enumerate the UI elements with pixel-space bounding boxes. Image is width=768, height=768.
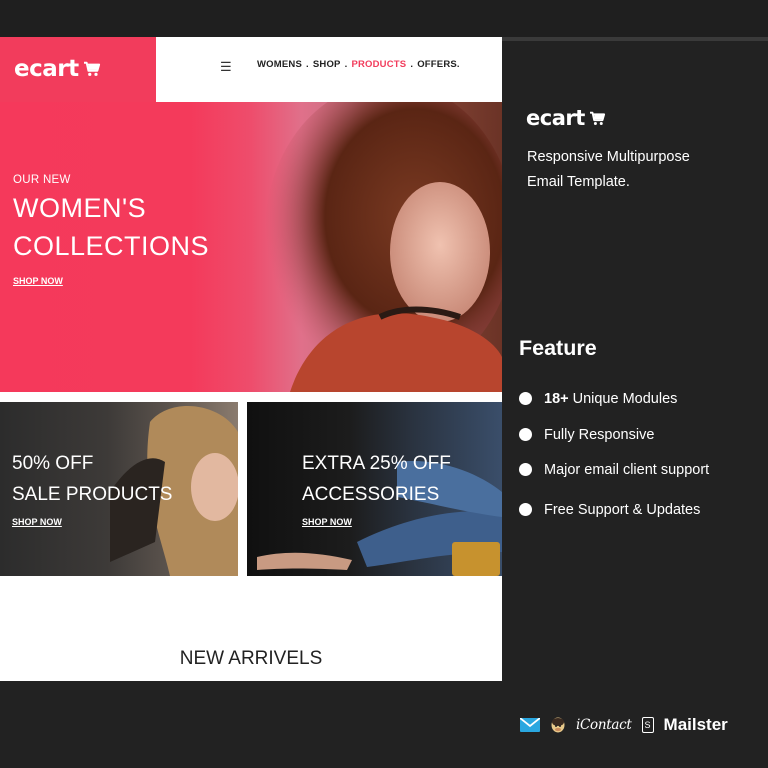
email-preview: ecart ☰ WOMENS . SHOP . PRODUCTS . OFFER… (0, 37, 502, 681)
sale-banner: 50% OFF SALE PRODUCTS SHOP NOW (0, 402, 238, 576)
template-description-line2: Email Template. (527, 174, 630, 190)
hero-subtitle: OUR NEW (13, 174, 71, 186)
shopping-cart-icon (83, 61, 100, 76)
mailchimp-icon (551, 717, 565, 733)
feature-item-label: Free Support & Updates (544, 502, 701, 518)
hero-title-line1: WOMEN'S (13, 193, 147, 223)
accessories-banner-shop-now-link[interactable]: SHOP NOW (302, 517, 352, 527)
nav-item-offers[interactable]: OFFERS. (417, 59, 460, 70)
feature-item: 18+ Unique Modules (519, 388, 709, 410)
hero-shop-now-link[interactable]: SHOP NOW (13, 276, 63, 286)
campaign-monitor-icon: S (641, 717, 654, 733)
nav-item-products[interactable]: PRODUCTS (351, 59, 406, 70)
feature-item: Free Support & Updates (519, 499, 709, 521)
brand-logo-text: ecart (14, 56, 79, 82)
email-client-logos: iContact S Mailster (520, 715, 728, 735)
hero-model-image (265, 102, 502, 392)
accessories-banner: EXTRA 25% OFF ACCESSORIES SHOP NOW (247, 402, 502, 576)
info-brand-logo: ecart (526, 106, 606, 130)
hero-banner: OUR NEW WOMEN'S COLLECTIONS SHOP NOW (0, 102, 502, 392)
bullet-icon (519, 463, 532, 476)
shopping-cart-icon (589, 111, 605, 125)
feature-list: 18+ Unique Modules Fully Responsive Majo… (519, 388, 709, 521)
hero-title-line2: COLLECTIONS (13, 231, 210, 261)
nav-item-womens[interactable]: WOMENS (257, 59, 302, 70)
top-divider (502, 37, 768, 41)
feature-item: Fully Responsive (519, 424, 709, 446)
feature-item-bold: 18+ (544, 391, 569, 407)
info-brand-logo-text: ecart (526, 106, 585, 130)
nav-separator: . (306, 59, 309, 70)
bullet-icon (519, 392, 532, 405)
feature-item: Major email client support (519, 459, 709, 481)
new-arrivals-heading: NEW ARRIVELS (179, 648, 323, 669)
top-strip (0, 0, 768, 37)
icontact-logo: iContact (576, 717, 632, 733)
hamburger-icon[interactable]: ☰ (220, 59, 232, 75)
brand-logo[interactable]: ecart (14, 56, 101, 82)
nav-item-shop[interactable]: SHOP (313, 59, 341, 70)
logo-box: ecart (0, 37, 156, 102)
bullet-icon (519, 428, 532, 441)
nav-separator: . (410, 59, 414, 70)
sale-banner-line2: SALE PRODUCTS (12, 484, 173, 505)
template-description: Responsive Multipurpose Email Template. (527, 145, 747, 195)
feature-item-label: Major email client support (544, 462, 710, 478)
feature-item-label: Unique Modules (572, 391, 678, 407)
mailster-logo: Mailster (663, 715, 728, 734)
sale-banner-shop-now-link[interactable]: SHOP NOW (12, 517, 62, 527)
feature-heading: Feature (519, 336, 597, 360)
bullet-icon (519, 503, 532, 516)
accessories-banner-line2: ACCESSORIES (302, 484, 440, 505)
main-nav: ☰ WOMENS . SHOP . PRODUCTS . OFFERS. (156, 37, 502, 102)
template-description-line1: Responsive Multipurpose (527, 149, 690, 165)
nav-items: WOMENS . SHOP . PRODUCTS . OFFERS. (257, 59, 460, 70)
feature-item-label: Fully Responsive (544, 427, 655, 443)
nav-separator: . (344, 59, 348, 70)
sale-banner-line1: 50% OFF (12, 453, 94, 474)
mail-icon (520, 718, 540, 732)
email-header: ecart ☰ WOMENS . SHOP . PRODUCTS . OFFER… (0, 37, 502, 102)
accessories-banner-line1: EXTRA 25% OFF (302, 453, 451, 474)
